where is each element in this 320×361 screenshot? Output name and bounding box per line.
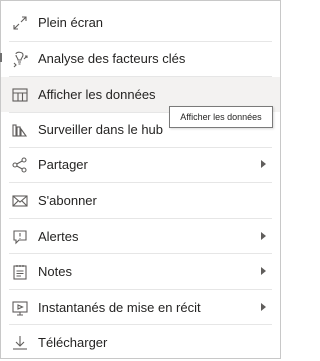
chevron-right-icon — [261, 267, 266, 275]
menu-item-label: Instantanés de mise en récit — [38, 300, 201, 315]
notes-icon — [11, 263, 29, 281]
menu-item-key-influencers[interactable]: Analyse des facteurs clés — [1, 41, 280, 76]
download-icon — [11, 334, 29, 352]
menu-item-label: Télécharger — [38, 335, 108, 350]
chevron-right-icon — [261, 303, 266, 311]
menu-item-label: S'abonner — [38, 193, 97, 208]
snapshot-icon — [11, 299, 29, 317]
tooltip: Afficher les données — [169, 106, 273, 128]
menu-item-label: Plein écran — [38, 15, 104, 30]
menu-item-label: Analyse des facteurs clés — [38, 51, 186, 66]
menu-item-storytelling-snapshots[interactable]: Instantanés de mise en récit — [1, 290, 280, 325]
menu-item-label: Alertes — [38, 229, 79, 244]
share-icon — [11, 156, 29, 174]
menu-item-label: Afficher les données — [38, 87, 156, 102]
menu-item-alerts[interactable]: Alertes — [1, 219, 280, 254]
menu-item-label: Surveiller dans le hub — [38, 122, 164, 137]
background-edge — [0, 53, 2, 62]
menu-item-share[interactable]: Partager — [1, 147, 280, 182]
mail-icon — [11, 192, 29, 210]
table-icon — [11, 86, 29, 104]
menu-item-subscribe[interactable]: S'abonner — [1, 183, 280, 218]
menu-item-label: Partager — [38, 157, 88, 172]
hub-icon — [11, 121, 29, 139]
menu-item-label: Notes — [38, 264, 72, 279]
menu-item-fullscreen[interactable]: Plein écran — [1, 5, 280, 40]
menu-item-download[interactable]: Télécharger — [1, 325, 280, 360]
chevron-right-icon — [261, 160, 266, 168]
fullscreen-icon — [11, 14, 29, 32]
context-menu: Plein écran Analyse des facteurs clés Af… — [0, 0, 281, 359]
alert-icon — [11, 228, 29, 246]
menu-item-notes[interactable]: Notes — [1, 254, 280, 289]
key-influencers-icon — [11, 50, 29, 68]
chevron-right-icon — [261, 232, 266, 240]
